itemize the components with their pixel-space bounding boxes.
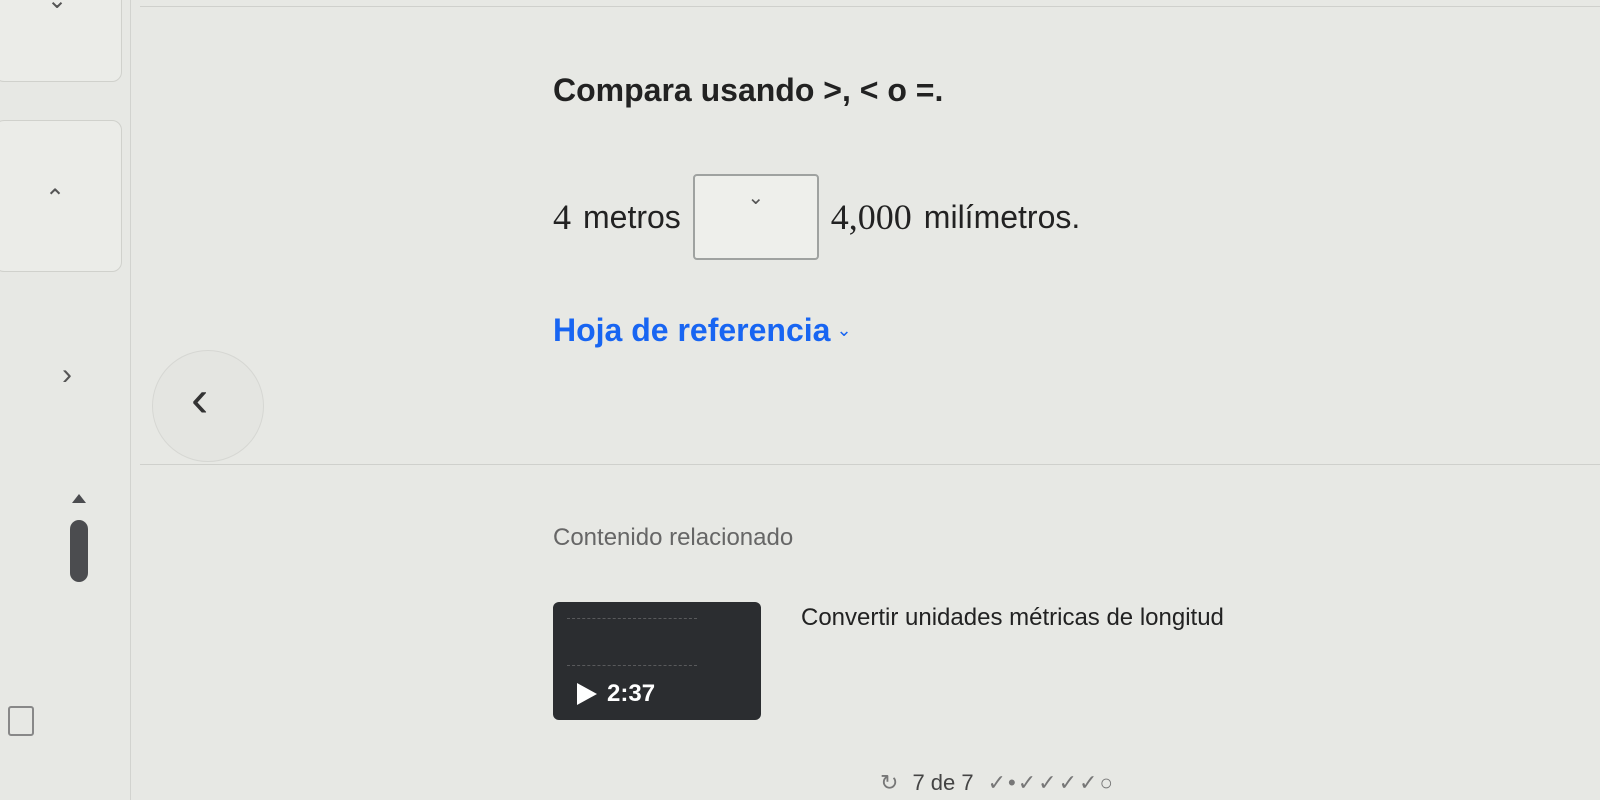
comparison-problem: 4 metros ⌄ 4,000 milímetros. (553, 172, 1080, 262)
chevron-left-icon: ‹ (191, 370, 209, 428)
video-thumbnail[interactable]: 2:37 (553, 602, 761, 720)
chevron-down-icon: ⌄ (836, 320, 852, 340)
related-content-label: Contenido relacionado (553, 524, 794, 551)
edit-icon[interactable] (8, 706, 34, 736)
right-unit: milímetros. (923, 198, 1081, 235)
question-title: Compara usando >, < o =. (553, 72, 944, 108)
left-unit: metros (583, 198, 681, 235)
previous-button[interactable]: ‹ (152, 350, 264, 462)
reference-sheet-label: Hoja de referencia (553, 312, 831, 348)
scrollbar-thumb[interactable] (70, 520, 88, 582)
top-divider (140, 6, 1600, 7)
reference-sheet-link[interactable]: Hoja de referencia ⌄ (553, 312, 852, 349)
duration-text: 2:37 (607, 680, 656, 707)
retry-icon[interactable]: ↻ (880, 770, 898, 796)
video-title-link[interactable]: Convertir unidades métricas de longitud (801, 604, 1224, 632)
footer-progress: ↻ 7 de 7 ✓•✓✓✓✓○ (880, 770, 1115, 796)
chevron-right-icon[interactable]: › (62, 360, 72, 390)
chevron-down-icon: ⌄ (747, 187, 765, 209)
left-rail: ⌄ ⌃ › (0, 0, 131, 800)
comparison-dropdown[interactable]: ⌄ (692, 174, 819, 260)
left-value: 4 (553, 197, 571, 237)
progress-text: 7 de 7 (912, 770, 974, 795)
chevron-down-icon[interactable]: ⌄ (47, 0, 67, 13)
play-icon (577, 683, 597, 705)
thumbnail-preview (567, 618, 697, 666)
right-value: 4,000 (830, 197, 912, 237)
rail-card-middle: ⌃ (0, 120, 122, 272)
chevron-up-icon[interactable]: ⌃ (45, 187, 65, 211)
progress-marks: ✓•✓✓✓✓○ (987, 770, 1115, 795)
scroll-up-icon[interactable] (72, 494, 86, 503)
video-duration: 2:37 (577, 680, 655, 708)
section-divider (140, 464, 1600, 465)
rail-card-top: ⌄ (0, 0, 122, 82)
